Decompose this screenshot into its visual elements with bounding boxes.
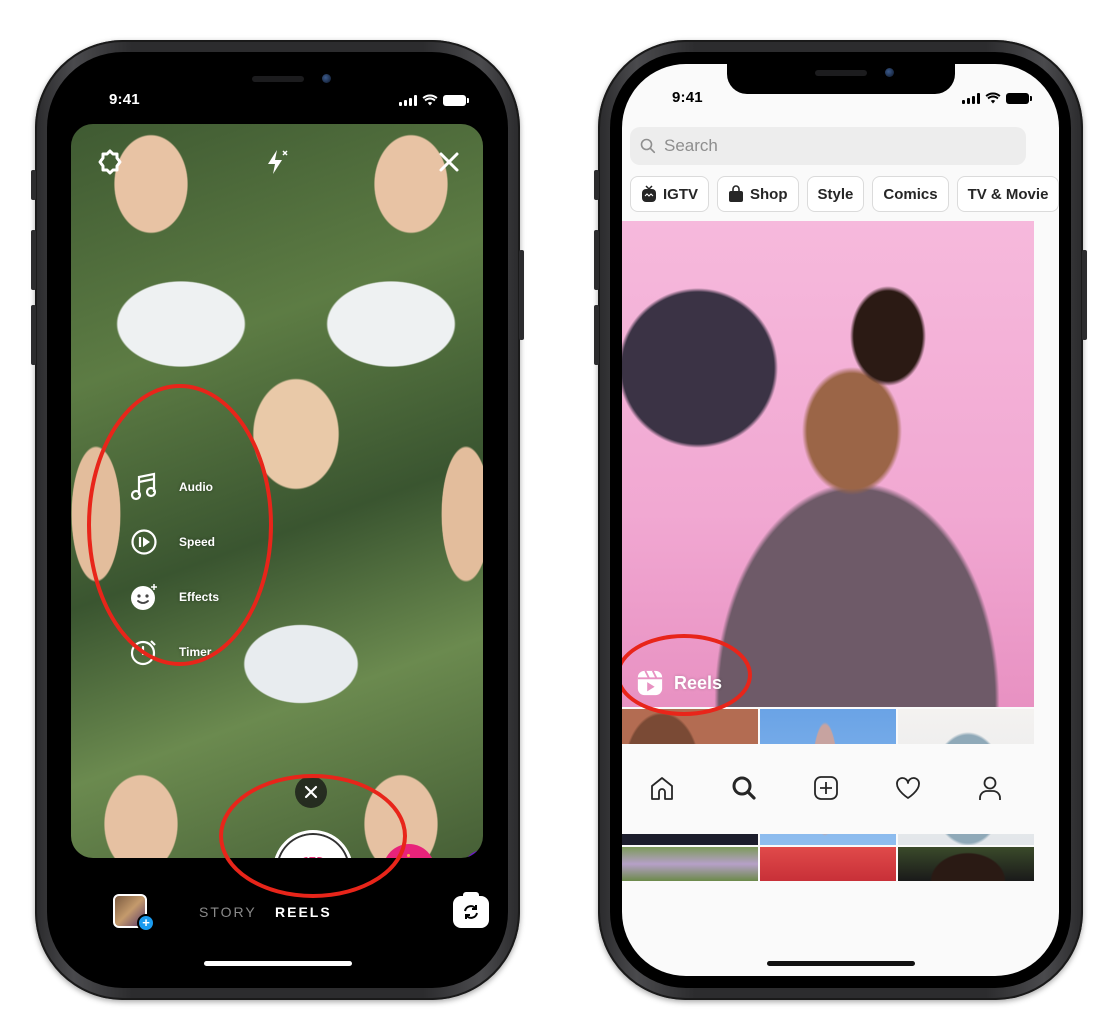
status-indicators — [399, 94, 469, 106]
home-indicator[interactable] — [203, 961, 352, 966]
tool-audio-label: Audio — [179, 480, 213, 494]
chip-shop[interactable]: Shop — [717, 176, 799, 212]
chip-comics[interactable]: Comics — [872, 176, 949, 212]
chip-igtv[interactable]: IGTV — [630, 176, 710, 212]
reels-label: Reels — [674, 672, 723, 693]
volume-up-button — [594, 230, 599, 290]
mute-switch — [31, 170, 36, 200]
chip-tv-movies[interactable]: TV & Movie — [956, 176, 1059, 212]
camera-mode-bar: + STORY REELS — [59, 892, 496, 934]
chip-tv-movies-label: TV & Movie — [967, 185, 1049, 203]
tab-profile[interactable] — [972, 770, 1008, 806]
bottom-tab-bar — [622, 744, 1059, 834]
volume-up-button — [31, 230, 36, 290]
status-indicators — [962, 92, 1032, 104]
remove-effect-button[interactable] — [295, 776, 327, 808]
reels-badge: Reels — [636, 669, 722, 697]
music-note-icon — [129, 472, 159, 502]
search-placeholder: Search — [664, 136, 718, 155]
chip-comics-label: Comics — [883, 185, 938, 203]
mode-story[interactable]: STORY — [199, 904, 257, 920]
status-time: 9:41 — [672, 89, 703, 106]
tab-search[interactable] — [726, 770, 762, 806]
timer-icon — [129, 637, 159, 667]
effect-thumbnail-sparkle[interactable] — [383, 844, 435, 858]
cellular-signal-icon — [399, 94, 417, 106]
front-camera — [884, 68, 894, 77]
speed-play-icon — [129, 527, 159, 557]
new-post-icon — [814, 776, 838, 800]
wifi-icon — [985, 92, 1001, 104]
gear-icon[interactable] — [96, 148, 124, 176]
side-button — [1082, 250, 1087, 340]
tab-new-post[interactable] — [808, 770, 844, 806]
close-icon — [304, 785, 318, 799]
effects-face-icon — [129, 582, 159, 612]
heart-icon — [896, 777, 920, 799]
battery-icon — [443, 94, 469, 106]
volume-down-button — [594, 305, 599, 365]
tool-timer[interactable]: Timer — [129, 637, 249, 667]
grid-tile[interactable] — [760, 847, 896, 881]
reels-icon — [637, 670, 663, 696]
mode-reels[interactable]: REELS — [275, 904, 332, 920]
flash-off-icon[interactable] — [263, 148, 291, 176]
flip-camera-button[interactable] — [453, 892, 489, 928]
tab-activity[interactable] — [890, 770, 926, 806]
battery-icon — [1006, 92, 1032, 104]
camera-screen: 9:41 Audio Speed Effects Timer + STORY R… — [59, 64, 496, 976]
chip-shop-label: Shop — [750, 185, 788, 203]
igtv-icon — [641, 185, 657, 203]
grid-tile[interactable] — [898, 847, 1034, 881]
phone-camera: 9:41 Audio Speed Effects Timer + STORY R… — [31, 40, 524, 1000]
tool-speed-label: Speed — [179, 535, 216, 549]
featured-reel[interactable]: Reels — [622, 221, 1034, 707]
tool-effects-label: Effects — [179, 590, 220, 604]
reels-icon — [303, 856, 323, 858]
front-camera — [321, 74, 331, 83]
search-input[interactable]: Search — [630, 127, 1026, 165]
tab-home[interactable] — [644, 770, 680, 806]
close-icon[interactable] — [435, 148, 463, 176]
side-button — [519, 250, 524, 340]
search-icon — [640, 138, 656, 154]
mute-switch — [594, 170, 599, 200]
home-icon — [651, 777, 673, 800]
speaker-grille — [814, 70, 867, 76]
status-bar: 9:41 — [59, 64, 496, 114]
topic-chips: IGTV Shop Style Comics TV & Movie — [630, 176, 1059, 212]
tool-audio[interactable]: Audio — [129, 472, 249, 502]
chip-igtv-label: IGTV — [663, 185, 699, 203]
cellular-signal-icon — [962, 92, 980, 104]
tool-speed[interactable]: Speed — [129, 527, 249, 557]
search-icon — [732, 776, 756, 800]
chip-style[interactable]: Style — [806, 176, 865, 212]
phone-explore: 9:41 Search IGTV Shop Style Comics TV & … — [594, 40, 1087, 1000]
record-reel-button[interactable] — [273, 830, 353, 858]
wifi-icon — [422, 94, 438, 106]
speaker-grille — [251, 76, 304, 82]
status-time: 9:41 — [109, 91, 140, 108]
effect-thumbnail-orb[interactable] — [463, 850, 483, 858]
shopping-bag-icon — [728, 185, 744, 203]
tool-effects[interactable]: Effects — [129, 582, 249, 612]
profile-icon — [979, 776, 1001, 800]
tool-timer-label: Timer — [179, 645, 212, 659]
add-icon: + — [137, 914, 155, 932]
camera-preview: Audio Speed Effects Timer — [71, 124, 483, 858]
explore-screen: 9:41 Search IGTV Shop Style Comics TV & … — [622, 64, 1059, 976]
chip-style-label: Style — [817, 185, 854, 203]
grid-tile[interactable] — [622, 847, 758, 881]
flip-camera-icon — [464, 905, 478, 919]
volume-down-button — [31, 305, 36, 365]
home-indicator[interactable] — [766, 961, 915, 966]
